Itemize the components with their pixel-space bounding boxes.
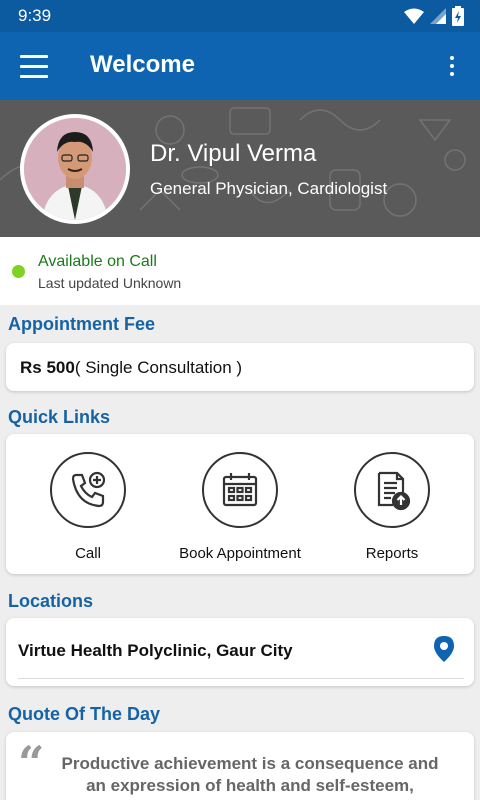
status-bar: 9:39 [0, 0, 480, 32]
fee-card: Rs 500( Single Consultation ) [6, 343, 474, 391]
doctor-specialty: General Physician, Cardiologist [150, 179, 388, 198]
quote-card: “ Productive achievement is a consequenc… [6, 732, 474, 800]
menu-icon[interactable] [14, 48, 54, 84]
quick-link-reports[interactable]: Reports [317, 452, 467, 568]
wifi-icon [404, 8, 424, 24]
fee-text: Rs 500( Single Consultation ) [20, 358, 242, 378]
location-name: Virtue Health Polyclinic, Gaur City [18, 641, 293, 660]
more-options-icon[interactable] [440, 52, 464, 80]
fee-section-title: Appointment Fee [8, 314, 155, 334]
quick-link-label: Call [75, 545, 101, 562]
quote-mark-icon: “ [18, 736, 45, 790]
signal-icon [430, 8, 446, 24]
quick-link-call[interactable]: Call [13, 452, 163, 568]
divider [18, 678, 464, 679]
quick-link-book-appointment[interactable]: Book Appointment [165, 452, 315, 568]
battery-icon [452, 6, 464, 26]
quick-link-label: Reports [365, 545, 419, 562]
quote-section-title: Quote Of The Day [8, 704, 161, 724]
report-upload-icon [354, 452, 430, 528]
phone-add-icon [50, 452, 126, 528]
quick-links-card: Call Book Appointment Reports [6, 434, 474, 574]
app-title: Welcome [90, 51, 195, 78]
availability-status: Available on Call [38, 253, 157, 270]
quote-text: Productive achievement is a consequence … [61, 754, 439, 795]
quick-link-label: Book Appointment [179, 545, 301, 562]
availability-updated: Last updated Unknown [38, 275, 182, 291]
location-card[interactable]: Virtue Health Polyclinic, Gaur City [6, 618, 474, 686]
doctor-name: Dr. Vipul Verma [150, 140, 317, 167]
quick-links-section-title: Quick Links [8, 407, 111, 427]
availability-card: Available on Call Last updated Unknown [0, 237, 480, 305]
doctor-avatar [20, 114, 130, 224]
status-time: 9:39 [18, 6, 52, 25]
fee-detail: ( Single Consultation ) [74, 358, 243, 377]
app-bar: Welcome [0, 32, 480, 100]
location-pin-icon[interactable] [434, 636, 454, 662]
doctor-header-banner [0, 100, 480, 237]
status-icons [404, 6, 464, 26]
locations-section-title: Locations [8, 591, 94, 611]
availability-dot-icon [12, 265, 25, 278]
fee-amount: Rs 500 [20, 358, 75, 377]
calendar-icon [202, 452, 278, 528]
